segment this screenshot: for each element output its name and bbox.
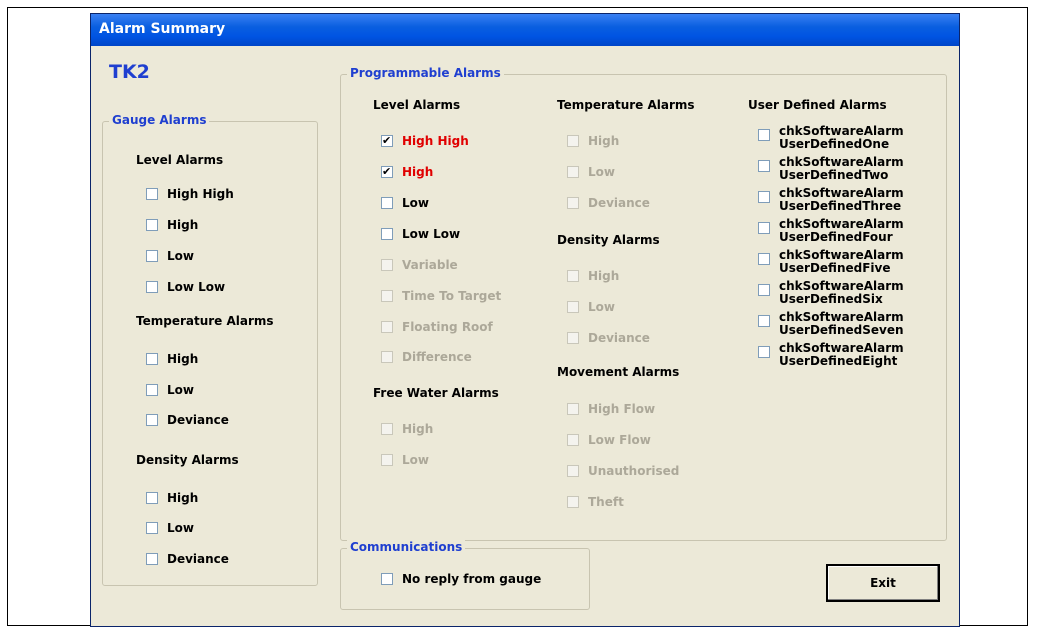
prog-density-high-checkbox: High	[567, 268, 619, 284]
prog-movement-high-flow-checkbox: High Flow	[567, 401, 655, 417]
checkbox-box	[567, 301, 579, 313]
checkbox-box[interactable]	[758, 284, 770, 296]
user-defined-eight-checkbox[interactable]: chkSoftwareAlarm UserDefinedEight	[758, 342, 904, 368]
prog-density-heading: Density Alarms	[557, 233, 660, 247]
checkbox-box	[567, 434, 579, 446]
checkbox-box[interactable]	[758, 222, 770, 234]
title-bar[interactable]: Alarm Summary	[91, 14, 959, 46]
gauge-temperature-low-checkbox[interactable]: Low	[146, 382, 194, 398]
checkbox-box[interactable]	[146, 553, 158, 565]
prog-density-low-checkbox: Low	[567, 299, 615, 315]
checkbox-box[interactable]	[381, 133, 393, 149]
gauge-level-high-checkbox[interactable]: High	[146, 217, 198, 233]
checkbox-box[interactable]	[146, 353, 158, 365]
prog-movement-heading: Movement Alarms	[557, 365, 680, 379]
gauge-level-heading: Level Alarms	[136, 153, 224, 167]
programmable-alarms-legend: Programmable Alarms	[347, 66, 504, 80]
checkbox-box	[567, 197, 579, 209]
gauge-temperature-deviance-checkbox[interactable]: Deviance	[146, 412, 229, 428]
checkbox-box	[567, 403, 579, 415]
checkbox-box[interactable]	[758, 346, 770, 358]
checkbox-box[interactable]	[758, 191, 770, 203]
checkbox-box[interactable]	[381, 164, 393, 180]
gauge-density-high-checkbox[interactable]: High	[146, 490, 198, 506]
window-title: Alarm Summary	[99, 21, 226, 37]
no-reply-from-gauge-checkbox[interactable]: No reply from gauge	[381, 571, 541, 587]
prog-temperature-heading: Temperature Alarms	[557, 98, 695, 112]
checkbox-box	[567, 135, 579, 147]
checkbox-box[interactable]	[146, 219, 158, 231]
checkbox-box	[381, 351, 393, 363]
prog-free-water-heading: Free Water Alarms	[373, 386, 499, 400]
prog-level-difference-checkbox: Difference	[381, 349, 472, 365]
exit-button[interactable]: Exit	[826, 564, 940, 602]
checkbox-box	[567, 166, 579, 178]
checkbox-box	[381, 259, 393, 271]
checkbox-box[interactable]	[758, 253, 770, 265]
checkbox-box	[567, 270, 579, 282]
gauge-alarms-group: Gauge Alarms Level Alarms High High High…	[102, 113, 318, 586]
gauge-level-low-low-checkbox[interactable]: Low Low	[146, 279, 225, 295]
prog-movement-theft-checkbox: Theft	[567, 494, 624, 510]
checkbox-box[interactable]	[146, 188, 158, 200]
checkbox-box[interactable]	[758, 315, 770, 327]
checkbox-box[interactable]	[146, 384, 158, 396]
prog-temperature-high-checkbox: High	[567, 133, 619, 149]
checkbox-box	[381, 423, 393, 435]
communications-legend: Communications	[347, 540, 466, 554]
prog-free-water-low-checkbox: Low	[381, 452, 429, 468]
prog-free-water-high-checkbox: High	[381, 421, 433, 437]
prog-movement-low-flow-checkbox: Low Flow	[567, 432, 651, 448]
user-defined-six-checkbox[interactable]: chkSoftwareAlarm UserDefinedSix	[758, 280, 904, 306]
checkbox-box[interactable]	[146, 522, 158, 534]
prog-level-heading: Level Alarms	[373, 98, 461, 112]
user-defined-five-checkbox[interactable]: chkSoftwareAlarm UserDefinedFive	[758, 249, 904, 275]
prog-level-low-low-checkbox[interactable]: Low Low	[381, 226, 460, 242]
prog-level-low-checkbox[interactable]: Low	[381, 195, 429, 211]
gauge-level-low-checkbox[interactable]: Low	[146, 248, 194, 264]
user-defined-two-checkbox[interactable]: chkSoftwareAlarm UserDefinedTwo	[758, 156, 904, 182]
user-defined-three-checkbox[interactable]: chkSoftwareAlarm UserDefinedThree	[758, 187, 904, 213]
alarm-summary-window: Alarm Summary TK2 Gauge Alarms Level Ala…	[90, 13, 960, 627]
gauge-density-heading: Density Alarms	[136, 453, 239, 467]
tank-name: TK2	[109, 61, 150, 83]
checkbox-box	[567, 332, 579, 344]
checkbox-box[interactable]	[758, 129, 770, 141]
checkbox-box[interactable]	[758, 160, 770, 172]
checkbox-box	[381, 290, 393, 302]
checkbox-box	[381, 321, 393, 333]
programmable-alarms-group: Programmable Alarms Level Alarms High Hi…	[340, 66, 947, 541]
prog-temperature-low-checkbox: Low	[567, 164, 615, 180]
user-defined-seven-checkbox[interactable]: chkSoftwareAlarm UserDefinedSeven	[758, 311, 904, 337]
checkbox-box	[381, 454, 393, 466]
prog-level-variable-checkbox: Variable	[381, 257, 458, 273]
gauge-density-low-checkbox[interactable]: Low	[146, 520, 194, 536]
prog-level-high-high-checkbox[interactable]: High High	[381, 133, 469, 149]
communications-group: Communications No reply from gauge	[340, 540, 590, 610]
checkbox-box[interactable]	[381, 197, 393, 209]
gauge-density-deviance-checkbox[interactable]: Deviance	[146, 551, 229, 567]
prog-movement-unauthorised-checkbox: Unauthorised	[567, 463, 679, 479]
gauge-alarms-legend: Gauge Alarms	[109, 113, 210, 127]
prog-user-defined-heading: User Defined Alarms	[748, 98, 887, 112]
checkbox-box[interactable]	[146, 250, 158, 262]
user-defined-four-checkbox[interactable]: chkSoftwareAlarm UserDefinedFour	[758, 218, 904, 244]
checkbox-box[interactable]	[146, 414, 158, 426]
checkbox-box	[567, 465, 579, 477]
checkbox-box[interactable]	[381, 228, 393, 240]
checkbox-box	[567, 496, 579, 508]
prog-level-high-checkbox[interactable]: High	[381, 164, 433, 180]
gauge-level-high-high-checkbox[interactable]: High High	[146, 186, 234, 202]
checkbox-box[interactable]	[146, 492, 158, 504]
gauge-temperature-heading: Temperature Alarms	[136, 314, 274, 328]
gauge-temperature-high-checkbox[interactable]: High	[146, 351, 198, 367]
checkbox-box[interactable]	[146, 281, 158, 293]
prog-level-floating-roof-checkbox: Floating Roof	[381, 319, 493, 335]
user-defined-one-checkbox[interactable]: chkSoftwareAlarm UserDefinedOne	[758, 125, 904, 151]
prog-density-deviance-checkbox: Deviance	[567, 330, 650, 346]
prog-level-time-to-target-checkbox: Time To Target	[381, 288, 501, 304]
prog-temperature-deviance-checkbox: Deviance	[567, 195, 650, 211]
checkbox-box[interactable]	[381, 573, 393, 585]
